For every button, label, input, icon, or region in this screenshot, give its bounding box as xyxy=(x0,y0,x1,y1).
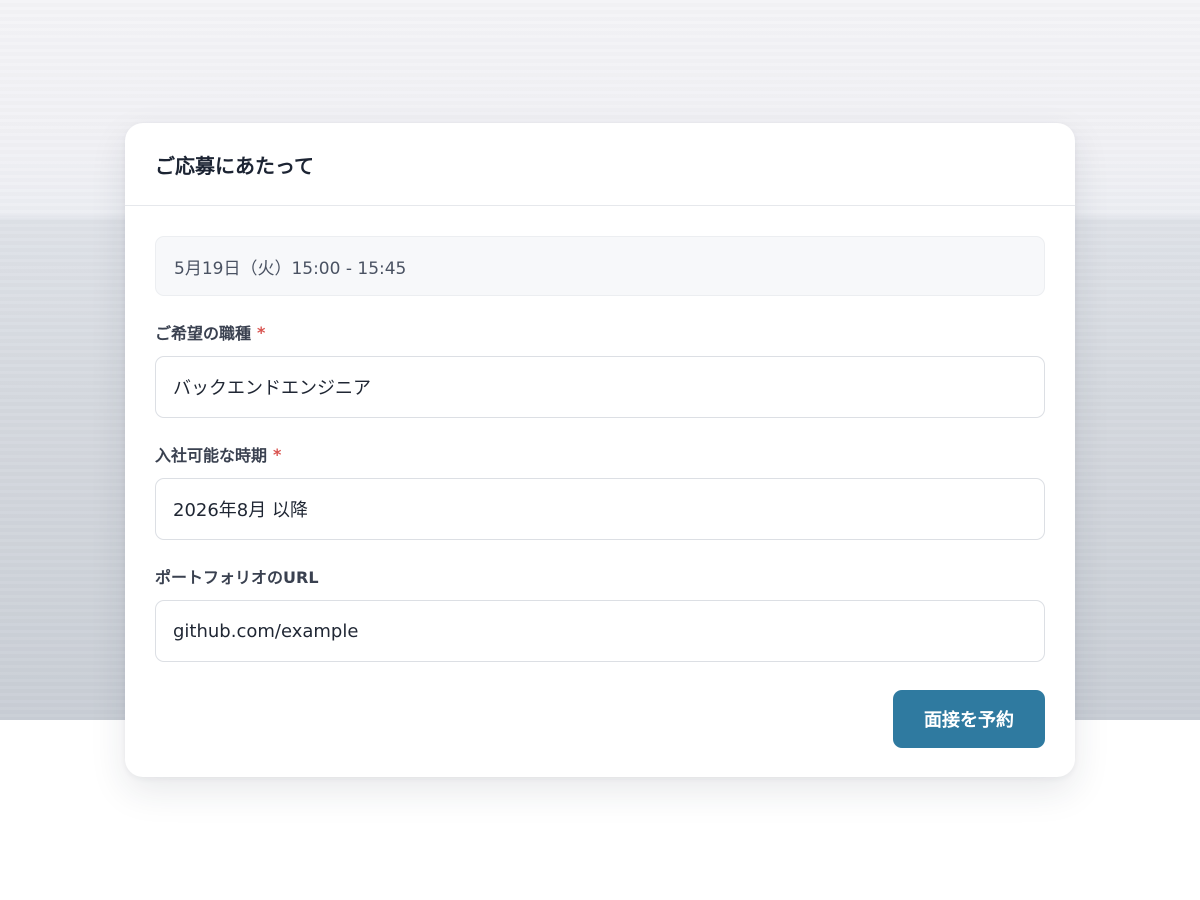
job-type-field: ご希望の職種 * xyxy=(155,321,1045,418)
job-type-label: ご希望の職種 * xyxy=(155,321,1045,344)
card-body: 5月19日（火）15:00 - 15:45 ご希望の職種 * 入社可能な時期 *… xyxy=(125,206,1075,748)
start-date-label: 入社可能な時期 * xyxy=(155,443,1045,466)
application-card: ご応募にあたって 5月19日（火）15:00 - 15:45 ご希望の職種 * … xyxy=(125,123,1075,777)
page: ご応募にあたって 5月19日（火）15:00 - 15:45 ご希望の職種 * … xyxy=(0,0,1200,900)
job-type-input[interactable] xyxy=(155,356,1045,418)
required-mark: * xyxy=(273,444,282,464)
portfolio-url-field: ポートフォリオのURL xyxy=(155,565,1045,662)
required-mark: * xyxy=(257,322,266,342)
selected-time-slot: 5月19日（火）15:00 - 15:45 xyxy=(155,236,1045,296)
job-type-label-text: ご希望の職種 xyxy=(155,324,252,343)
portfolio-url-input[interactable] xyxy=(155,600,1045,662)
book-interview-button[interactable]: 面接を予約 xyxy=(893,690,1045,748)
start-date-label-text: 入社可能な時期 xyxy=(155,446,268,465)
start-date-input[interactable] xyxy=(155,478,1045,540)
card-header: ご応募にあたって xyxy=(125,123,1075,206)
portfolio-url-label-text: ポートフォリオのURL xyxy=(155,568,319,587)
card-title: ご応募にあたって xyxy=(155,153,314,178)
start-date-field: 入社可能な時期 * xyxy=(155,443,1045,540)
portfolio-url-label: ポートフォリオのURL xyxy=(155,565,1045,587)
form-actions: 面接を予約 xyxy=(155,690,1045,748)
